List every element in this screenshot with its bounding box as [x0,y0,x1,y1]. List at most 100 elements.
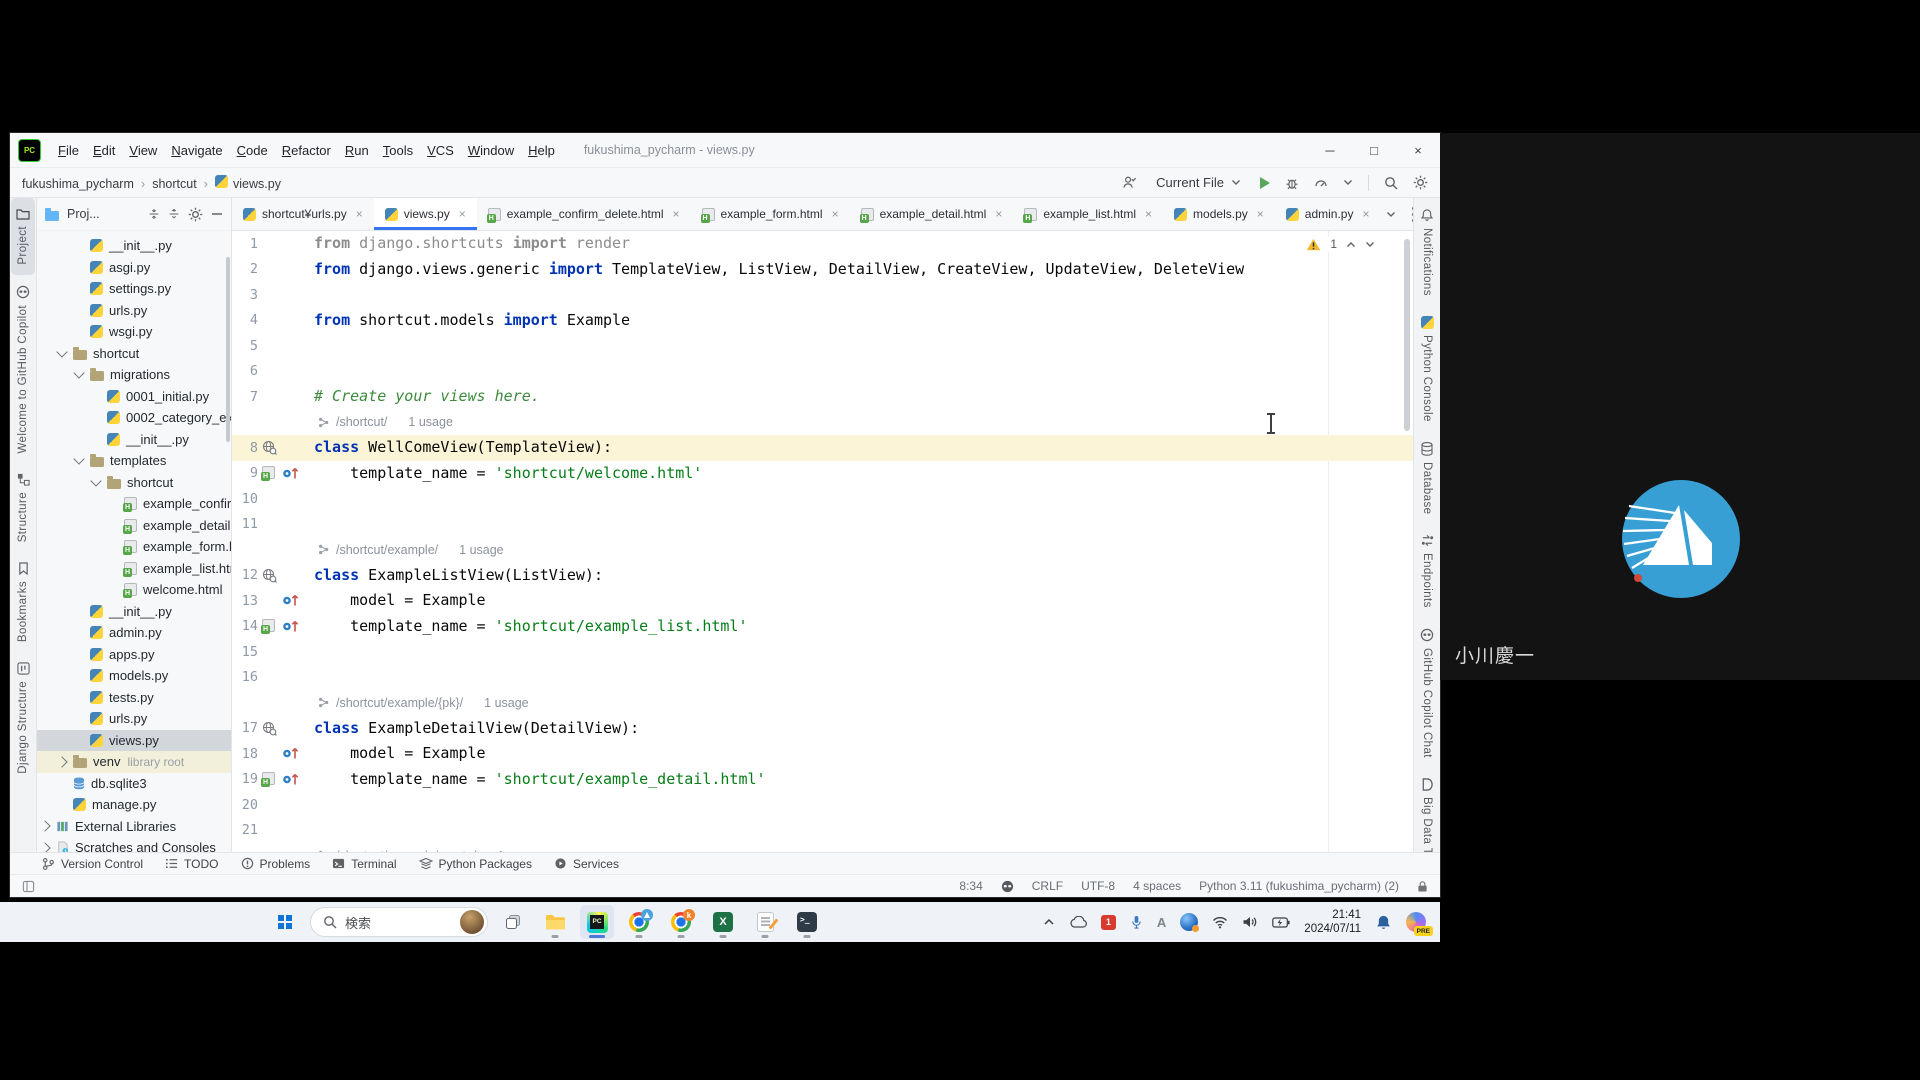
notifications-bell-icon[interactable] [1375,914,1392,931]
tool-window-button-terminal[interactable]: Terminal [332,857,396,871]
taskbar-chrome-icon[interactable]: k [664,905,698,939]
copilot-status-icon[interactable] [1001,880,1014,893]
tree-item[interactable]: example_list.html [37,558,231,580]
taskbar-chrome-icon[interactable] [622,905,656,939]
taskbar-explorer-icon[interactable] [538,905,572,939]
layout-icon[interactable] [22,880,35,893]
expand-all-icon[interactable] [148,208,160,220]
usages-hint[interactable]: 1 usage [497,849,541,852]
close-icon[interactable]: × [995,207,1002,221]
html-file-icon[interactable] [262,619,275,632]
tree-item[interactable]: shortcut [37,343,231,365]
tree-item[interactable]: migrations [37,364,231,386]
mic-icon[interactable] [1130,914,1143,930]
tree-item[interactable]: External Libraries [37,816,231,838]
tree-item[interactable]: urls.py [37,708,231,730]
menu-view[interactable]: View [122,141,164,160]
menu-refactor[interactable]: Refactor [275,141,338,160]
alert-badge-icon[interactable]: 1 [1101,915,1116,930]
profiler-button[interactable] [1314,176,1328,190]
tree-item[interactable]: wsgi.py [37,321,231,343]
sphere-icon[interactable] [1180,913,1198,931]
settings-gear-icon[interactable] [1413,175,1428,190]
sidebar-item-endpoints[interactable]: Endpoints [1421,524,1434,618]
endpoint-icon[interactable] [262,440,277,455]
tab-shortcut-urls-py[interactable]: shortcut¥urls.py× [232,198,374,230]
user-icon[interactable] [1121,175,1137,190]
tab-example-confirm-delete-html[interactable]: example_confirm_delete.html× [477,198,691,230]
tree-item[interactable]: example_confirm_delete.html [37,493,231,515]
sidebar-item-structure[interactable]: Structure [17,463,30,552]
tool-window-button-version-control[interactable]: Version Control [42,857,143,871]
override-icon[interactable] [282,466,300,481]
tab-example-list-html[interactable]: example_list.html× [1013,198,1163,230]
tab-example-detail-html[interactable]: example_detail.html× [850,198,1014,230]
close-icon[interactable]: × [832,207,839,221]
sidebar-item-django-structure[interactable]: Django Structure [17,652,30,784]
override-icon[interactable] [282,772,300,787]
menu-code[interactable]: Code [230,141,275,160]
run-configuration-select[interactable]: Current File [1152,173,1245,192]
tab-example-form-html[interactable]: example_form.html× [691,198,850,230]
usages-hint[interactable]: 1 usage [459,543,503,557]
file-encoding[interactable]: UTF-8 [1081,879,1115,893]
menu-window[interactable]: Window [461,141,521,160]
wifi-icon[interactable] [1212,916,1228,929]
tree-item[interactable]: tests.py [37,687,231,709]
taskbar-clock[interactable]: 21:41 2024/07/11 [1304,908,1361,936]
close-icon[interactable]: × [1257,207,1264,221]
start-button[interactable] [268,905,302,939]
line-ending[interactable]: CRLF [1032,879,1063,893]
breadcrumb-item[interactable]: views.py [233,177,281,191]
endpoint-inlay[interactable]: /shortcut/example/{pk}/1 usage [318,696,529,710]
chevron-expanded-icon[interactable] [56,346,67,357]
prev-issue-icon[interactable] [1346,241,1356,248]
close-icon[interactable]: × [1362,207,1369,221]
onedrive-icon[interactable] [1069,916,1087,928]
breadcrumb-item[interactable]: fukushima_pycharm [22,177,134,191]
close-icon[interactable]: × [673,207,680,221]
editor-scrollbar[interactable] [1404,239,1410,431]
tree-item[interactable]: 0001_initial.py [37,386,231,408]
collapse-all-icon[interactable] [168,208,180,220]
run-button[interactable] [1260,177,1270,189]
indent-setting[interactable]: 4 spaces [1133,879,1181,893]
sidebar-item-python-console[interactable]: Python Console [1421,306,1434,432]
tree-item[interactable]: welcome.html [37,579,231,601]
tab-models-py[interactable]: models.py× [1163,198,1275,230]
inspection-widget[interactable]: 1 [1302,236,1379,252]
endpoint-icon[interactable] [262,568,277,583]
taskbar-task-view-icon[interactable] [496,905,530,939]
tree-item[interactable]: __init__.py [37,235,231,257]
volume-icon[interactable] [1242,915,1258,929]
sidebar-item-big-data-tools[interactable]: Big Data Tools [1421,768,1433,852]
taskbar-search[interactable]: 検索 [310,907,488,937]
menu-edit[interactable]: Edit [86,141,122,160]
usages-hint[interactable]: 1 usage [408,415,452,429]
next-issue-icon[interactable] [1365,241,1375,248]
ime-icon[interactable]: A [1157,915,1166,930]
chevron-collapsed-icon[interactable] [39,842,50,852]
maximize-button[interactable]: □ [1352,133,1396,167]
override-icon[interactable] [282,593,300,608]
debug-button[interactable] [1285,176,1299,190]
menu-help[interactable]: Help [521,141,562,160]
close-button[interactable]: × [1396,133,1440,167]
tree-item[interactable]: example_detail.html [37,515,231,537]
code-editor[interactable]: 1from django.shortcuts import render2fro… [232,231,1413,852]
copilot-taskbar-icon[interactable]: PRE [1406,912,1426,932]
sidebar-item-database[interactable]: Database [1421,432,1433,524]
tree-item[interactable]: settings.py [37,278,231,300]
tree-item[interactable]: __init__.py [37,429,231,451]
menu-file[interactable]: File [51,141,86,160]
chevron-expanded-icon[interactable] [73,454,84,465]
chevron-expanded-icon[interactable] [90,475,101,486]
tree-item[interactable]: db.sqlite3 [37,773,231,795]
chevron-collapsed-icon[interactable] [39,821,50,832]
tree-item[interactable]: venvlibrary root [37,751,231,773]
close-icon[interactable]: × [1145,207,1152,221]
tool-window-button-services[interactable]: Services [554,857,619,871]
menu-vcs[interactable]: VCS [420,141,461,160]
panel-settings-gear-icon[interactable] [188,207,203,222]
tool-window-button-problems[interactable]: Problems [241,857,311,871]
